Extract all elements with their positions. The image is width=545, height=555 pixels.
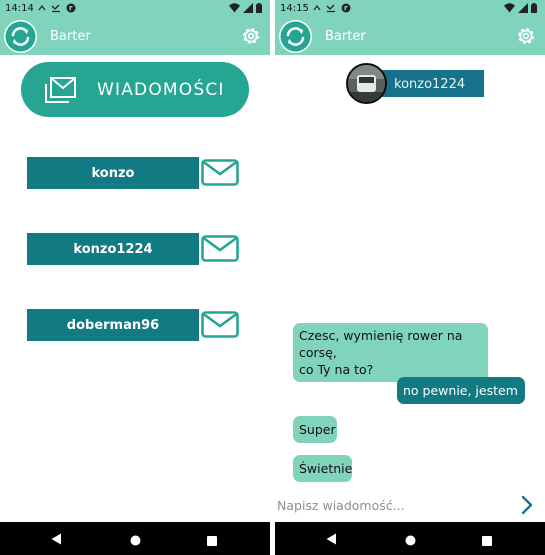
app-bar: Barter <box>0 18 270 55</box>
recents-icon[interactable] <box>207 533 217 551</box>
user-avatar[interactable] <box>346 63 387 104</box>
back-icon[interactable] <box>326 532 337 550</box>
app-notification-icon <box>341 3 351 16</box>
app-title: Barter <box>50 29 91 44</box>
back-icon[interactable] <box>51 532 62 550</box>
message-bubble-incoming: Super <box>293 416 337 443</box>
missed-call-icon <box>326 3 336 16</box>
status-time: 14:15 <box>280 3 309 14</box>
app-notification-icon <box>66 3 76 16</box>
app-title: Barter <box>325 29 366 44</box>
chat-username: konzo1224 <box>394 77 466 92</box>
messages-header-label: WIADOMOŚCI <box>97 80 225 100</box>
conversation-row-doberman96: doberman96 <box>27 309 242 341</box>
message-bubble-incoming: Świetnie <box>293 455 352 482</box>
conversation-row-konzo: konzo <box>27 157 242 189</box>
home-icon[interactable] <box>405 533 416 551</box>
system-nav-bar <box>275 522 545 555</box>
message-bubble-outgoing: no pewnie, jestem za <box>397 377 525 415</box>
recents-icon[interactable] <box>482 533 492 551</box>
message-text: no pewnie, jestem za <box>403 383 518 415</box>
message-text: Świetnie <box>299 461 353 476</box>
app-bar: Barter <box>275 18 545 55</box>
refresh-logo-icon[interactable] <box>279 20 312 53</box>
messages-header-button[interactable]: WIADOMOŚCI <box>21 62 249 117</box>
envelope-icon[interactable] <box>201 235 239 262</box>
status-bar: 14:14 <box>0 0 270 18</box>
gear-icon[interactable] <box>515 25 537 47</box>
battery-icon <box>256 2 262 16</box>
cast-icon <box>38 4 46 15</box>
message-text-line-1: Czesc, wymienię rower na corsę, <box>299 328 463 360</box>
message-input[interactable] <box>275 493 507 517</box>
conversation-row-konzo1224: konzo1224 <box>27 233 242 265</box>
wifi-icon <box>504 2 515 16</box>
conversation-name[interactable]: konzo1224 <box>27 233 199 265</box>
messages-icon <box>43 75 77 110</box>
wifi-icon <box>229 2 240 16</box>
refresh-logo-icon[interactable] <box>4 20 37 53</box>
system-nav-bar <box>0 522 270 555</box>
cast-icon <box>313 4 321 15</box>
status-bar: 14:15 <box>275 0 545 18</box>
chat-screen: 14:15 Barter konzo1224 Czesc, wymienię r… <box>275 0 545 555</box>
chat-header: konzo1224 <box>346 62 486 104</box>
message-bubble-incoming: Czesc, wymienię rower na corsę, co Ty na… <box>293 323 488 382</box>
signal-icon <box>243 2 253 16</box>
envelope-icon[interactable] <box>201 311 239 338</box>
gear-icon[interactable] <box>240 25 262 47</box>
conversation-name[interactable]: konzo <box>27 157 199 189</box>
signal-icon <box>518 2 528 16</box>
messages-list-screen: 14:14 Barter WIADOMOŚCI konzo konzo1224 … <box>0 0 270 555</box>
chevron-right-icon[interactable] <box>519 495 535 515</box>
home-icon[interactable] <box>130 533 141 551</box>
battery-icon <box>531 2 537 16</box>
envelope-icon[interactable] <box>201 159 239 186</box>
missed-call-icon <box>51 3 61 16</box>
message-text: Super <box>299 422 336 437</box>
status-time: 14:14 <box>5 3 34 14</box>
conversation-name[interactable]: doberman96 <box>27 309 199 341</box>
message-text-line-2: co Ty na to? <box>299 362 374 377</box>
